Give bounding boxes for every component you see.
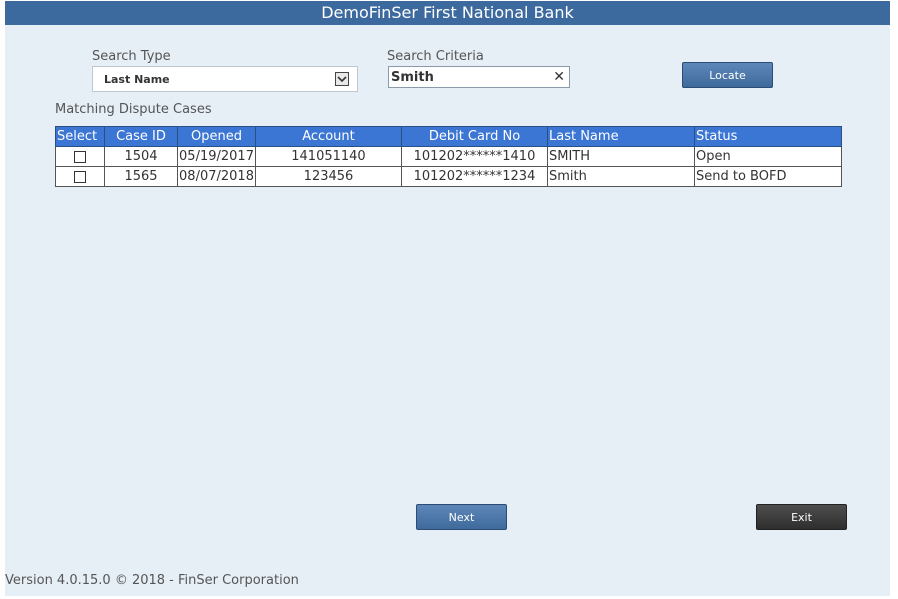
col-status: Status xyxy=(694,126,842,147)
table-row[interactable]: 1504 05/19/2017 141051140 101202******14… xyxy=(55,146,842,167)
results-title: Matching Dispute Cases xyxy=(55,102,212,117)
col-opened: Opened xyxy=(177,126,256,147)
last-name-cell: Smith xyxy=(547,166,695,187)
table-row[interactable]: 1565 08/07/2018 123456 101202******1234 … xyxy=(55,166,842,187)
search-criteria-value: Smith xyxy=(391,70,434,85)
row-select-cell[interactable] xyxy=(55,166,105,187)
col-select: Select xyxy=(55,126,105,147)
search-criteria-label: Search Criteria xyxy=(387,49,484,64)
app-window: DemoFinSer First National Bank Search Ty… xyxy=(5,1,890,596)
close-icon[interactable]: ✕ xyxy=(553,69,565,85)
account-cell: 141051140 xyxy=(255,146,402,167)
search-criteria-input[interactable]: Smith ✕ xyxy=(388,66,570,88)
locate-button[interactable]: Locate xyxy=(682,62,773,88)
opened-cell: 05/19/2017 xyxy=(177,146,256,167)
case-id-cell: 1565 xyxy=(104,166,178,187)
row-checkbox[interactable] xyxy=(74,170,86,183)
account-cell: 123456 xyxy=(255,166,402,187)
table-header-row: Select Case ID Opened Account Debit Card… xyxy=(55,126,842,147)
status-cell: Open xyxy=(694,146,842,167)
opened-cell: 08/07/2018 xyxy=(177,166,256,187)
col-account: Account xyxy=(255,126,402,147)
col-debit-card: Debit Card No xyxy=(401,126,548,147)
row-select-cell[interactable] xyxy=(55,146,105,167)
app-title: DemoFinSer First National Bank xyxy=(5,1,890,25)
search-type-value: Last Name xyxy=(104,73,170,86)
exit-button[interactable]: Exit xyxy=(756,504,847,530)
col-last-name: Last Name xyxy=(547,126,695,147)
status-cell: Send to BOFD xyxy=(694,166,842,187)
chevron-down-icon[interactable] xyxy=(335,72,349,86)
version-footer: Version 4.0.15.0 © 2018 - FinSer Corpora… xyxy=(5,573,299,588)
case-id-cell: 1504 xyxy=(104,146,178,167)
search-type-label: Search Type xyxy=(92,49,171,64)
search-type-dropdown[interactable]: Last Name xyxy=(92,66,358,92)
next-button[interactable]: Next xyxy=(416,504,507,530)
last-name-cell: SMITH xyxy=(547,146,695,167)
col-case-id: Case ID xyxy=(104,126,178,147)
row-checkbox[interactable] xyxy=(74,150,86,163)
debit-card-cell: 101202******1234 xyxy=(401,166,548,187)
debit-card-cell: 101202******1410 xyxy=(401,146,548,167)
results-table: Select Case ID Opened Account Debit Card… xyxy=(55,126,842,187)
